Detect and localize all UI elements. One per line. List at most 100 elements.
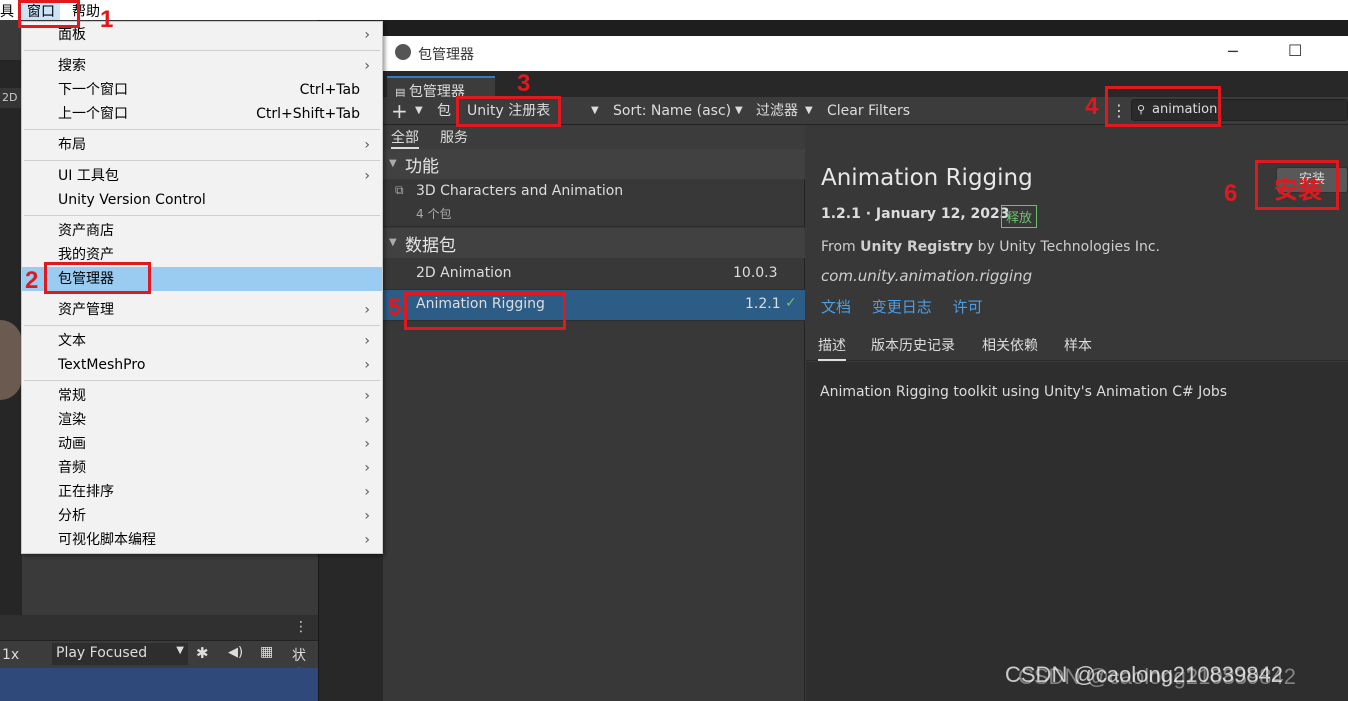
tab-version-history[interactable]: 版本历史记录 (871, 335, 955, 355)
menu-item-textmeshpro[interactable]: TextMeshPro › (22, 353, 382, 377)
chevron-right-icon: › (364, 436, 370, 452)
add-chevron-icon[interactable]: ▼ (415, 100, 423, 122)
add-package-button[interactable]: + (391, 100, 408, 122)
group-expand-icon: ▼ (389, 237, 397, 248)
menu-item-general[interactable]: 常规 › (22, 384, 382, 408)
menu-item-audio[interactable]: 音频 › (22, 456, 382, 480)
menu-item-label: 文本 (58, 333, 86, 349)
chevron-right-icon: › (364, 333, 370, 349)
menu-item-label: 面板 (58, 27, 86, 43)
menu-item-visual-scripting[interactable]: 可视化脚本编程 › (22, 528, 382, 552)
detail-tabs: 描述 版本历史记录 相关依赖 样本 (806, 327, 1348, 361)
menu-item-sequencing[interactable]: 正在排序 › (22, 480, 382, 504)
annotation-box-3 (456, 96, 561, 127)
feature-name: 3D Characters and Animation (416, 183, 624, 199)
chevron-right-icon: › (364, 508, 370, 524)
menu-tools[interactable]: 具 (0, 1, 14, 21)
sort-dropdown[interactable]: Sort: Name (asc) (613, 100, 731, 122)
license-link[interactable]: 许可 (953, 298, 983, 316)
annotation-number-5: 5 (388, 294, 402, 321)
chevron-right-icon: › (364, 58, 370, 74)
package-version-date: 1.2.1 · January 12, 2023 (821, 206, 1010, 222)
game-view-canvas (0, 668, 318, 701)
registry-name: Unity Registry (860, 239, 974, 255)
chevron-right-icon: › (364, 388, 370, 404)
menu-item-label: 下一个窗口 (58, 82, 128, 98)
list-item[interactable]: 2D Animation 10.0.3 (383, 259, 805, 290)
package-list: ▼ 功能 ⧉ 3D Characters and Animation 4 个包 … (383, 149, 805, 701)
menu-item-animation[interactable]: 动画 › (22, 432, 382, 456)
install-annotation-label: 安装 (1274, 176, 1322, 204)
annotation-box-5 (404, 292, 566, 330)
menu-item-label: 资产商店 (58, 223, 114, 239)
window-titlebar: 包管理器 ─ ☐ (383, 36, 1348, 71)
filters-chevron-icon[interactable]: ▼ (805, 100, 813, 122)
annotation-box-2 (44, 262, 151, 294)
play-focused-dropdown[interactable]: Play Focused ▼ (52, 643, 188, 665)
tab-description[interactable]: 描述 (818, 335, 846, 361)
tab-samples[interactable]: 样本 (1064, 335, 1092, 355)
menu-item-label: Unity Version Control (58, 192, 206, 208)
menu-item-shortcut: Ctrl+Shift+Tab (256, 106, 360, 122)
filters-dropdown[interactable]: 过滤器 (756, 100, 798, 122)
packages-label: 包 (437, 103, 451, 119)
package-manager-window: 包管理器 ─ ☐ ▤ 包管理器 + ▼ 包 Unity 注册表 ▼ Sort: … (383, 36, 1348, 701)
menu-item-search[interactable]: 搜索 › (22, 54, 382, 78)
group-expand-icon: ▼ (389, 158, 397, 169)
tab-services[interactable]: 服务 (440, 127, 468, 147)
watermark: CSDN @caolong210839842 (1005, 662, 1283, 687)
sort-chevron-icon[interactable]: ▼ (735, 100, 743, 122)
play-focused-label: Play Focused (56, 645, 148, 661)
changelog-link[interactable]: 变更日志 (872, 298, 932, 316)
menu-item-ui-toolkit[interactable]: UI 工具包 › (22, 164, 382, 188)
tab-dependencies[interactable]: 相关依赖 (982, 335, 1038, 355)
from-suffix: by Unity Technologies Inc. (973, 239, 1160, 255)
minimize-icon[interactable]: ─ (1228, 42, 1238, 61)
zoom-label[interactable]: 1x (2, 647, 19, 663)
chevron-right-icon: › (364, 460, 370, 476)
menu-item-label: 动画 (58, 436, 86, 452)
chevron-right-icon: › (364, 27, 370, 43)
maximize-icon[interactable]: ☐ (1288, 41, 1302, 60)
stats-grid-icon[interactable]: ▦ (260, 644, 273, 660)
menu-item-analysis[interactable]: 分析 › (22, 504, 382, 528)
annotation-box-4 (1105, 86, 1221, 127)
docs-link[interactable]: 文档 (821, 298, 851, 316)
game-view-toolbar: 1x Play Focused ▼ ✱ ◀) ▦ 状态 (0, 640, 318, 684)
menu-item-layouts[interactable]: 布局 › (22, 133, 382, 157)
menu-separator (24, 215, 380, 216)
menu-item-next-window[interactable]: 下一个窗口 Ctrl+Tab (22, 78, 382, 102)
feature-stack-icon: ⧉ (395, 183, 404, 197)
group-features-label: 功能 (405, 157, 439, 177)
tab-all[interactable]: 全部 (391, 127, 419, 149)
audio-icon[interactable]: ◀) (228, 645, 243, 660)
menu-item-label: 上一个窗口 (58, 106, 128, 122)
installed-check-icon: ✓ (785, 295, 797, 311)
bug-icon[interactable]: ✱ (196, 644, 209, 662)
window-title: 包管理器 (418, 47, 474, 63)
menu-item-asset-store[interactable]: 资产商店 (22, 219, 382, 243)
tab-package-manager[interactable]: ▤ 包管理器 (387, 76, 495, 100)
more-options-icon[interactable]: ⋮ (294, 619, 308, 635)
menu-bar: 具 窗口 帮助 (0, 0, 1348, 21)
clear-filters-button[interactable]: Clear Filters (827, 100, 910, 122)
registry-chevron-icon[interactable]: ▼ (591, 100, 599, 122)
annotation-number-2: 2 (25, 267, 39, 294)
annotation-number-4: 4 (1085, 93, 1099, 120)
group-features[interactable]: ▼ 功能 (383, 149, 805, 179)
package-version: 10.0.3 (733, 265, 778, 281)
menu-item-text[interactable]: 文本 › (22, 329, 382, 353)
menu-item-label: 我的资产 (58, 247, 114, 263)
chevron-right-icon: › (364, 412, 370, 428)
list-item[interactable]: ⧉ 3D Characters and Animation 4 个包 (383, 179, 805, 227)
menu-item-previous-window[interactable]: 上一个窗口 Ctrl+Shift+Tab (22, 102, 382, 126)
group-packages[interactable]: ▼ 数据包 (383, 228, 805, 258)
annotation-number-1: 1 (100, 6, 114, 33)
menu-item-label: 渲染 (58, 412, 86, 428)
menu-item-rendering[interactable]: 渲染 › (22, 408, 382, 432)
scene-character (0, 320, 22, 400)
menu-item-version-control[interactable]: Unity Version Control (22, 188, 382, 212)
scene-2d-toggle[interactable]: 2D (0, 88, 22, 108)
menu-item-asset-management[interactable]: 资产管理 › (22, 298, 382, 322)
chevron-right-icon: › (364, 168, 370, 184)
